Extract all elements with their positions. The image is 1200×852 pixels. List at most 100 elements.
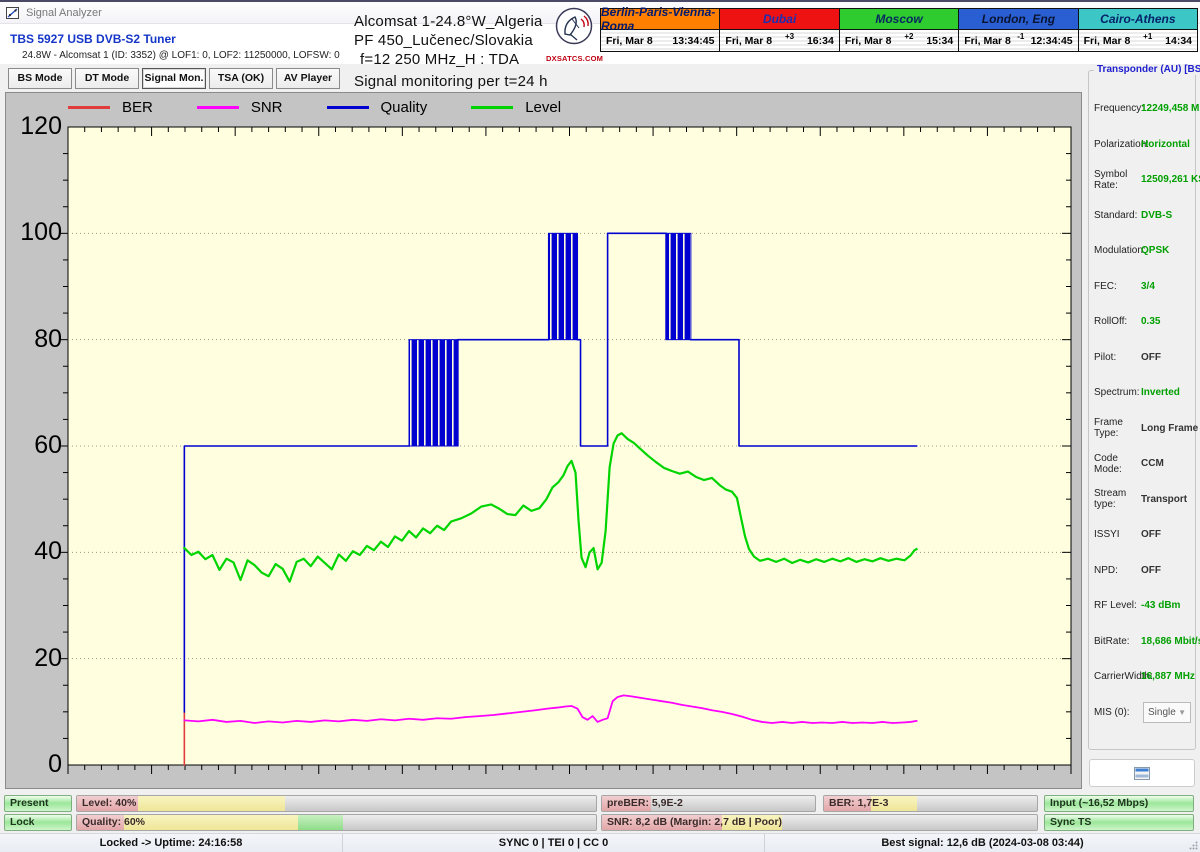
clock-city-label: Berlin-Paris-Vienna-Roma — [601, 9, 719, 30]
transponder-row: CarrierWidth:16,887 MHz — [1089, 659, 1195, 695]
legend-item-quality: Quality — [327, 99, 428, 116]
progress-label: preBER: 5,9E-2 — [607, 796, 683, 811]
transponder-row: Symbol Rate:12509,261 KS/s — [1089, 162, 1195, 198]
clock-time: Fri, Mar 8+316:34 — [720, 30, 838, 51]
tab-tsa-ok-[interactable]: TSA (OK) — [209, 68, 273, 89]
mis-dropdown[interactable]: Single▼ — [1143, 702, 1191, 723]
progress-label: Quality: 60% — [82, 815, 145, 830]
transponder-row: Polarization:Horizontal — [1089, 127, 1195, 163]
resize-grip-icon[interactable] — [1189, 841, 1198, 850]
legend-swatch — [197, 106, 239, 109]
y-axis-label: 20 — [8, 644, 62, 673]
annotation-line: Signal monitoring per t=24 h — [354, 69, 548, 91]
clock-city-label: Dubai — [720, 9, 838, 30]
field-value: -43 dBm — [1141, 600, 1180, 611]
field-value: 18,686 Mbit/s — [1141, 636, 1200, 647]
field-value: Horizontal — [1141, 139, 1190, 150]
app-icon — [6, 6, 20, 20]
header: TBS 5927 USB DVB-S2 Tuner 24.8W - Alcoms… — [0, 24, 1200, 64]
clock-london-eng: London, EngFri, Mar 8-112:34:45 — [959, 8, 1078, 52]
y-axis-label: 0 — [8, 750, 62, 779]
y-axis-label: 100 — [8, 218, 62, 247]
field-label: CarrierWidth: — [1094, 671, 1141, 682]
field-label: RollOff: — [1094, 316, 1141, 327]
field-value: 0.35 — [1141, 316, 1160, 327]
field-label: Code Mode: — [1094, 453, 1141, 475]
signal-bar-row-2: Lock Quality: 60% SNR: 8,2 dB (Margin: 2,7… — [0, 813, 1200, 831]
field-label: NPD: — [1094, 565, 1141, 576]
field-label: RF Level: — [1094, 600, 1141, 611]
field-label: BitRate: — [1094, 636, 1141, 647]
tab-bs-mode[interactable]: BS Mode — [8, 68, 72, 89]
status-best-signal: Best signal: 12,6 dB (2024-03-08 03:44) — [765, 834, 1200, 852]
transponder-row: Stream type:Transport — [1089, 482, 1195, 518]
logo-text: DXSATCS.COM — [546, 54, 602, 63]
clock-time: Fri, Mar 8-112:34:45 — [959, 30, 1077, 51]
mis-row: MIS (0):Single▼ — [1089, 701, 1195, 725]
field-value: DVB-S — [1141, 210, 1172, 221]
clock-dubai: DubaiFri, Mar 8+316:34 — [720, 8, 839, 52]
transponder-row: FEC:3/4 — [1089, 269, 1195, 305]
world-clocks: Berlin-Paris-Vienna-RomaFri, Mar 813:34:… — [600, 8, 1198, 52]
field-value: CCM — [1141, 458, 1164, 469]
tab-signal-mon-[interactable]: Signal Mon. — [142, 68, 206, 89]
annotation-line: PF 450_Lučenec/Slovakia — [354, 31, 548, 50]
y-axis-label: 60 — [8, 431, 62, 460]
y-axis-label: 80 — [8, 325, 62, 354]
field-value: OFF — [1141, 565, 1161, 576]
transponder-row: NPD:OFF — [1089, 553, 1195, 589]
transponder-row: RF Level:-43 dBm — [1089, 588, 1195, 624]
transponder-row: Code Mode:CCM — [1089, 446, 1195, 482]
clock-time: Fri, Mar 813:34:45 — [601, 30, 719, 51]
status-sync-counters: SYNC 0 | TEI 0 | CC 0 — [343, 834, 765, 852]
field-label: Standard: — [1094, 210, 1141, 221]
field-value: Long Frame — [1141, 423, 1198, 434]
progress-bar: Quality: 60% — [76, 814, 597, 831]
satellite-dish-icon — [551, 7, 597, 49]
field-label: Stream type: — [1094, 488, 1141, 510]
progress-bar: BER: 1,7E-3 — [823, 795, 1038, 812]
console-button[interactable] — [1089, 759, 1195, 787]
status-badge-sync-ts: Sync TS — [1044, 814, 1194, 831]
annotation-line: f=12 250 MHz_H : TDA — [354, 50, 548, 69]
field-value: 16,887 MHz — [1141, 671, 1195, 682]
clock-cairo-athens: Cairo-AthensFri, Mar 8+114:34 — [1079, 8, 1198, 52]
field-label: Modulation: — [1094, 245, 1141, 256]
transponder-row: Spectrum:Inverted — [1089, 375, 1195, 411]
list-icon — [1134, 767, 1150, 780]
legend-item-ber: BER — [68, 99, 153, 116]
legend-item-snr: SNR — [197, 99, 283, 116]
field-value: Transport — [1141, 494, 1187, 505]
transponder-row: Standard:DVB-S — [1089, 198, 1195, 234]
field-label: ISSYI — [1094, 529, 1141, 540]
progress-label: SNR: 8,2 dB (Margin: 2,7 dB | Poor) — [607, 815, 782, 830]
legend-item-level: Level — [471, 99, 561, 116]
field-value: Inverted — [1141, 387, 1180, 398]
status-badge-lock: Lock — [4, 814, 72, 831]
dxsatcs-logo: DXSATCS.COM — [546, 7, 602, 63]
field-label: Symbol Rate: — [1094, 169, 1141, 191]
legend-swatch — [471, 106, 513, 109]
transponder-row: Pilot:OFF — [1089, 340, 1195, 376]
progress-bar: preBER: 5,9E-2 — [601, 795, 816, 812]
field-value: 12509,261 KS/s — [1141, 174, 1200, 185]
legend-label: BER — [122, 99, 153, 116]
clock-city-label: Moscow — [840, 9, 958, 30]
clock-time: Fri, Mar 8+114:34 — [1079, 30, 1197, 51]
clock-moscow: MoscowFri, Mar 8+215:34 — [840, 8, 959, 52]
transponder-row: BitRate:18,686 Mbit/s — [1089, 624, 1195, 660]
status-badge-input-16-52-mbps-: Input (~16,52 Mbps) — [1044, 795, 1194, 812]
status-lock-uptime: Locked -> Uptime: 24:16:58 — [0, 834, 343, 852]
transponder-row: ISSYIOFF — [1089, 517, 1195, 553]
progress-bar: Level: 40% — [76, 795, 597, 812]
legend-label: Level — [525, 99, 561, 116]
tab-av-player[interactable]: AV Player — [276, 68, 340, 89]
transponder-row: Modulation:QPSK — [1089, 233, 1195, 269]
clock-city-label: Cairo-Athens — [1079, 9, 1197, 30]
field-label: Pilot: — [1094, 352, 1141, 363]
signal-bar-row-1: PresentLevel: 40%preBER: 5,9E-2BER: 1,7E… — [0, 794, 1200, 812]
annotation-line: Alcomsat 1-24.8°W_Algeria — [354, 12, 548, 31]
tab-dt-mode[interactable]: DT Mode — [75, 68, 139, 89]
field-value: OFF — [1141, 529, 1161, 540]
transponder-row: Frame Type:Long Frame — [1089, 411, 1195, 447]
